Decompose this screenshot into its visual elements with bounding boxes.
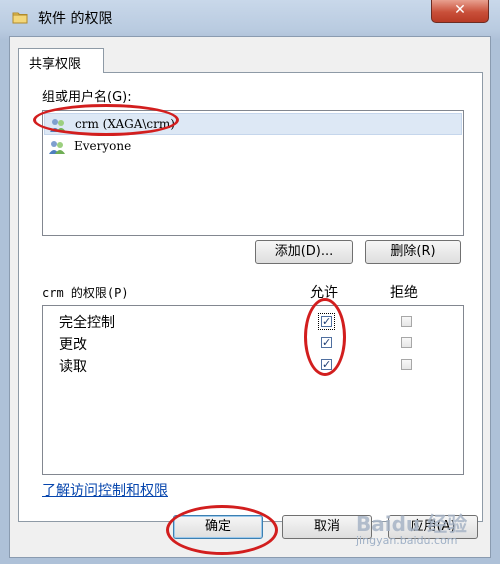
window-title: 软件 的权限 [38, 11, 113, 27]
allow-full-control-checkbox[interactable]: ✓ [318, 313, 335, 330]
deny-change-checkbox[interactable] [401, 337, 412, 348]
deny-header: 拒绝 [390, 285, 418, 301]
permission-name: 完全控制 [59, 315, 115, 331]
list-item[interactable]: Everyone [44, 136, 462, 158]
title-bar[interactable]: 软件 的权限 ✕ [0, 0, 500, 36]
user-group-icon [49, 141, 65, 154]
user-group-icon [50, 119, 66, 132]
watermark-logo: Baidu 经验 [356, 512, 468, 536]
permissions-list: 完全控制 更改 读取 ✓ ✓ ✓ [42, 305, 464, 475]
folder-icon [12, 12, 28, 24]
permissions-label: crm 的权限(P) [42, 286, 129, 300]
add-button[interactable]: 添加(D)... [255, 240, 353, 264]
permission-name: 更改 [59, 337, 87, 353]
allow-read-checkbox[interactable]: ✓ [321, 359, 332, 370]
allow-change-checkbox[interactable]: ✓ [321, 337, 332, 348]
list-item[interactable]: crm (XAGA\crm) [44, 113, 462, 135]
ok-button[interactable]: 确定 [173, 515, 263, 539]
help-link[interactable]: 了解访问控制和权限 [42, 480, 168, 500]
groups-label: 组或用户名(G): [42, 90, 132, 105]
permission-name: 读取 [59, 359, 87, 375]
list-item-label: Everyone [74, 139, 132, 153]
tab-label: 共享权限 [29, 57, 82, 72]
allow-header: 允许 [310, 285, 338, 301]
list-item-label: crm (XAGA\crm) [75, 117, 175, 131]
permissions-dialog: 软件 的权限 ✕ 共享权限 组或用户名(G): crm (XAGA\crm) E… [0, 0, 500, 564]
close-button[interactable]: ✕ [431, 0, 489, 23]
tab-share-permissions[interactable]: 共享权限 [18, 48, 104, 73]
groups-listbox[interactable]: crm (XAGA\crm) Everyone [42, 110, 464, 236]
watermark-url: jingyan.baidu.com [356, 534, 458, 547]
deny-read-checkbox[interactable] [401, 359, 412, 370]
deny-full-control-checkbox[interactable] [401, 316, 412, 327]
remove-button[interactable]: 删除(R) [365, 240, 461, 264]
close-icon: ✕ [454, 2, 466, 18]
